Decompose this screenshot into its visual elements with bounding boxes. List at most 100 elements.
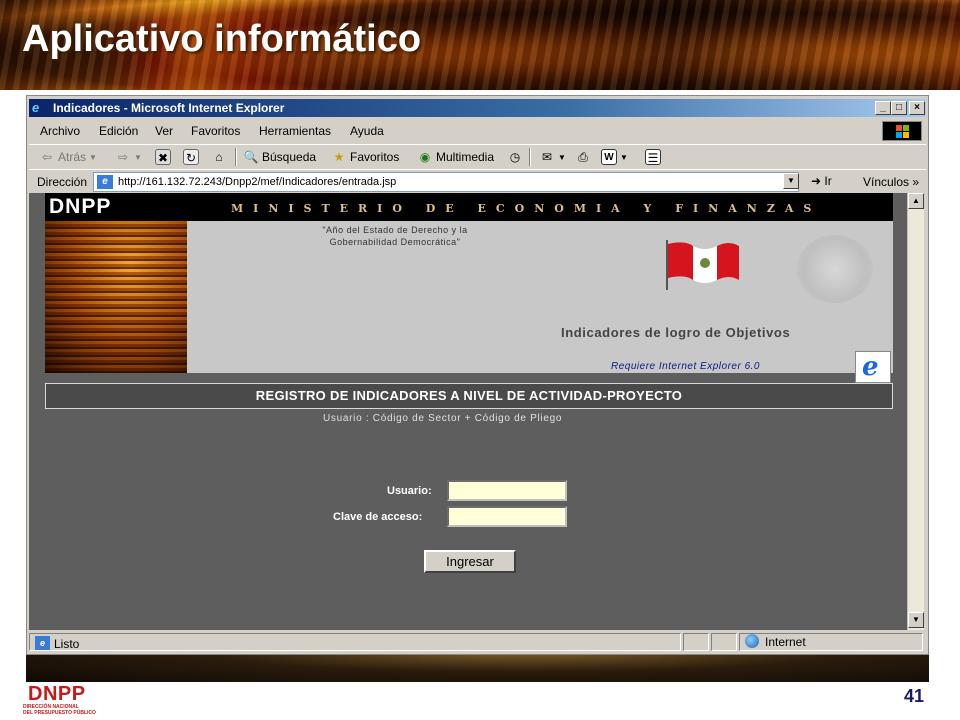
slide-title: Aplicativo informático bbox=[22, 18, 422, 60]
footer-logo-subtitle: DIRECCIÓN NACIONAL DEL PRESUPUESTO PÚBLI… bbox=[23, 704, 96, 716]
history-icon: ◷ bbox=[509, 150, 521, 164]
slide: Aplicativo informático e Indicadores - M… bbox=[0, 0, 960, 720]
page-icon: e bbox=[97, 175, 113, 189]
ie-icon: e bbox=[32, 100, 40, 115]
coins-image bbox=[45, 221, 187, 373]
status-cell bbox=[683, 633, 709, 651]
page-header-body: "Año del Estado de Derecho y la Gobernab… bbox=[45, 221, 893, 383]
menu-herramientas[interactable]: Herramientas bbox=[259, 124, 331, 138]
stop-icon: ✖ bbox=[155, 149, 171, 165]
multimedia-icon: ◉ bbox=[419, 150, 431, 164]
menu-bar: Archivo Edición Ver Favoritos Herramient… bbox=[29, 120, 926, 142]
links-button[interactable]: Vínculos » bbox=[863, 175, 919, 189]
requires-ie-note: Requiere Internet Explorer 6.0 bbox=[611, 361, 760, 372]
menu-archivo[interactable]: Archivo bbox=[40, 124, 80, 138]
back-arrow-icon: ⇦ bbox=[41, 150, 53, 164]
indicators-title: Indicadores de logro de Objetivos bbox=[561, 325, 791, 340]
maximize-button[interactable]: □ bbox=[891, 101, 907, 115]
stop-button[interactable]: ✖ bbox=[155, 149, 171, 165]
user-hint: Usuario : Código de Sector + Código de P… bbox=[323, 413, 563, 424]
toolbar-separator bbox=[529, 148, 531, 166]
window-titlebar[interactable]: e Indicadores - Microsoft Internet Explo… bbox=[29, 99, 926, 117]
page-viewport: DNPP MINISTERIO DE ECONOMIA Y FINANZAS "… bbox=[29, 193, 907, 630]
menu-ayuda[interactable]: Ayuda bbox=[350, 124, 384, 138]
user-input[interactable] bbox=[447, 480, 567, 501]
multimedia-label: Multimedia bbox=[436, 150, 495, 164]
status-cell bbox=[711, 633, 737, 651]
register-banner: REGISTRO DE INDICADORES A NIVEL DE ACTIV… bbox=[45, 383, 893, 409]
scroll-up-arrow-icon[interactable]: ▲ bbox=[908, 193, 924, 209]
password-input[interactable] bbox=[447, 506, 567, 527]
discuss-button[interactable]: ☰ bbox=[645, 149, 661, 165]
back-label: Atrás bbox=[58, 150, 87, 164]
ie-window: e Indicadores - Microsoft Internet Explo… bbox=[26, 95, 929, 655]
address-dropdown-button[interactable]: ▼ bbox=[783, 173, 799, 189]
password-label: Clave de acceso: bbox=[333, 511, 423, 523]
coat-of-arms-icon bbox=[797, 235, 873, 303]
address-input[interactable]: e http://161.132.72.243/Dnpp2/mef/Indica… bbox=[93, 172, 799, 192]
mail-dropdown-icon: ▼ bbox=[558, 152, 566, 162]
scroll-down-arrow-icon[interactable]: ▼ bbox=[908, 612, 924, 628]
status-cell-main: e Listo bbox=[29, 633, 681, 651]
vertical-scrollbar[interactable]: ▲ ▼ bbox=[907, 193, 924, 630]
minimize-button[interactable]: _ bbox=[875, 101, 891, 115]
toolbar: ⇦ Atrás ▼ ⇨ ▼ ✖ ↻ ⌂ 🔍 Búsqueda ★ Favorit… bbox=[29, 144, 926, 168]
favorites-button[interactable]: ★ Favoritos bbox=[331, 149, 400, 165]
refresh-button[interactable]: ↻ bbox=[183, 149, 199, 165]
go-button[interactable]: ➜ Ir bbox=[811, 174, 832, 188]
address-label: Dirección bbox=[37, 175, 88, 189]
print-icon: ⎙ bbox=[578, 150, 588, 164]
dnpp-logo: DNPP bbox=[49, 195, 112, 218]
mail-button[interactable]: ✉ ▼ bbox=[539, 149, 566, 165]
search-label: Búsqueda bbox=[262, 150, 317, 164]
address-url: http://161.132.72.243/Dnpp2/mef/Indicado… bbox=[118, 176, 397, 188]
forward-arrow-icon: ⇨ bbox=[117, 150, 129, 164]
page-header: DNPP MINISTERIO DE ECONOMIA Y FINANZAS bbox=[45, 193, 893, 221]
page-number: 41 bbox=[904, 686, 925, 706]
ministry-name: MINISTERIO DE ECONOMIA Y FINANZAS bbox=[231, 202, 822, 215]
history-button[interactable]: ◷ bbox=[507, 149, 523, 165]
forward-button[interactable]: ⇨ ▼ bbox=[115, 149, 142, 165]
ie-logo-icon[interactable]: e bbox=[855, 351, 891, 383]
peru-flag-icon bbox=[666, 240, 739, 290]
browser-screenshot: e Indicadores - Microsoft Internet Explo… bbox=[26, 95, 929, 682]
links-label: Vínculos bbox=[863, 175, 910, 189]
screenshot-backdrop bbox=[26, 653, 929, 682]
slogan: "Año del Estado de Derecho y la Gobernab… bbox=[295, 224, 495, 248]
favorites-icon: ★ bbox=[333, 150, 345, 164]
dnpp-footer-logo: DNPP DIRECCIÓN NACIONAL DEL PRESUPUESTO … bbox=[20, 683, 110, 717]
slogan-line-2: Gobernabilidad Democrática" bbox=[329, 237, 461, 247]
slogan-line-1: "Año del Estado de Derecho y la bbox=[322, 225, 468, 235]
close-button[interactable]: × bbox=[909, 101, 925, 115]
status-bar: e Listo Internet bbox=[29, 632, 926, 652]
back-dropdown-icon: ▼ bbox=[89, 152, 97, 162]
user-label: Usuario: bbox=[387, 485, 432, 497]
internet-globe-icon bbox=[745, 634, 759, 648]
menu-edicion[interactable]: Edición bbox=[99, 124, 138, 138]
menu-ver[interactable]: Ver bbox=[155, 124, 173, 138]
discuss-icon: ☰ bbox=[645, 149, 661, 165]
go-label: Ir bbox=[824, 174, 832, 188]
go-arrow-icon: ➜ bbox=[811, 174, 822, 188]
back-button[interactable]: ⇦ Atrás ▼ bbox=[39, 149, 97, 165]
toolbar-separator bbox=[235, 148, 237, 166]
menu-favoritos[interactable]: Favoritos bbox=[191, 124, 240, 138]
page-status-icon: e bbox=[35, 636, 50, 650]
forward-dropdown-icon: ▼ bbox=[134, 152, 142, 162]
login-button[interactable]: Ingresar bbox=[424, 550, 516, 573]
refresh-icon: ↻ bbox=[183, 149, 199, 165]
windows-logo-icon bbox=[882, 121, 922, 141]
status-text: Listo bbox=[54, 637, 80, 651]
word-icon: W bbox=[601, 149, 617, 165]
favorites-label: Favoritos bbox=[350, 150, 400, 164]
search-button[interactable]: 🔍 Búsqueda bbox=[243, 149, 317, 165]
address-bar: Dirección e http://161.132.72.243/Dnpp2/… bbox=[29, 169, 926, 193]
mail-icon: ✉ bbox=[541, 150, 553, 164]
edit-button[interactable]: W ▼ bbox=[601, 149, 628, 165]
footer-logo-name: DNPP bbox=[28, 683, 86, 705]
home-button[interactable]: ⌂ bbox=[211, 149, 227, 165]
multimedia-button[interactable]: ◉ Multimedia bbox=[417, 149, 494, 165]
footer-logo-subtitle-2: DEL PRESUPUESTO PÚBLICO bbox=[23, 710, 96, 716]
window-title: Indicadores - Microsoft Internet Explore… bbox=[53, 101, 285, 115]
print-button[interactable]: ⎙ bbox=[575, 149, 591, 165]
